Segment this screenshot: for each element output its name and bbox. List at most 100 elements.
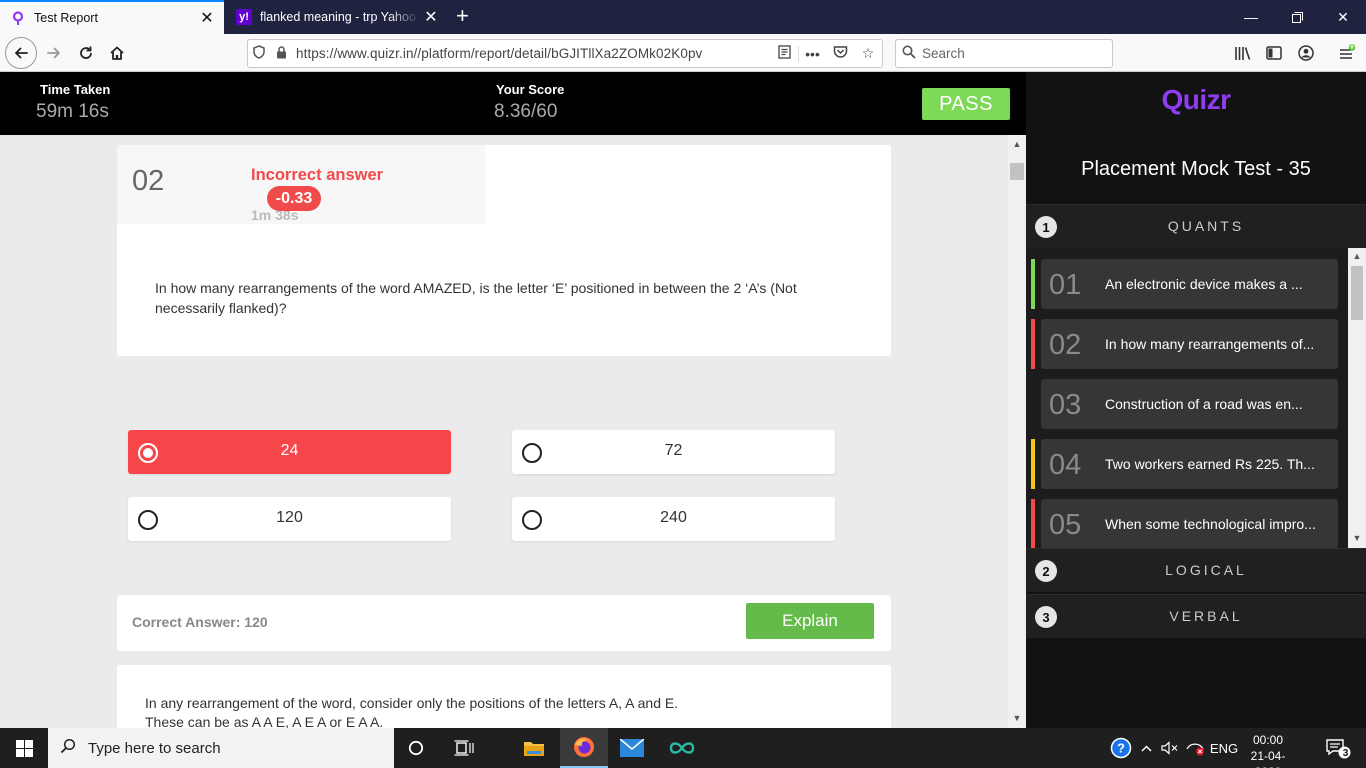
question-list-text: Construction of a road was en...	[1105, 396, 1303, 412]
question-list-item[interactable]: 02 In how many rearrangements of...	[1031, 319, 1338, 369]
pocket-icon[interactable]	[826, 45, 854, 62]
speaker-muted-icon[interactable]	[1158, 728, 1182, 768]
explanation-line-1: In any rearrangement of the word, consid…	[145, 695, 679, 711]
section-logical[interactable]: 2 LOGICAL	[1026, 548, 1366, 592]
section-verbal[interactable]: 3 VERBAL	[1026, 594, 1366, 638]
help-icon[interactable]: ?	[1106, 728, 1136, 768]
pass-status-badge: PASS	[922, 88, 1010, 120]
account-icon[interactable]	[1294, 42, 1318, 64]
correct-answer-card: Correct Answer: 120 Explain	[117, 595, 891, 651]
lock-icon[interactable]	[270, 45, 292, 62]
scroll-up-arrow-icon[interactable]: ▲	[1348, 251, 1366, 261]
reload-icon[interactable]	[72, 39, 100, 67]
back-arrow-icon[interactable]	[5, 37, 37, 69]
question-list-scrollbar[interactable]: ▲ ▼	[1348, 248, 1366, 548]
quizr-favicon-icon	[10, 10, 26, 26]
minimize-icon[interactable]: —	[1228, 0, 1274, 34]
question-list-number: 04	[1049, 449, 1082, 481]
scroll-down-arrow-icon[interactable]: ▼	[1008, 713, 1026, 723]
mail-icon[interactable]	[608, 728, 656, 768]
option-label: 240	[660, 509, 687, 526]
firefox-icon[interactable]	[560, 728, 608, 768]
clock-date: 21-04-2020	[1250, 749, 1286, 768]
question-list: 01 An electronic device makes a ... 02 I…	[1026, 248, 1366, 548]
file-explorer-icon[interactable]	[510, 728, 558, 768]
question-list-number: 05	[1049, 509, 1082, 541]
status-bar	[1031, 439, 1035, 489]
reader-view-icon[interactable]	[770, 45, 798, 62]
option-label: 120	[276, 509, 303, 526]
tab-title: flanked meaning - trp Yahoo In	[260, 10, 420, 24]
scroll-down-arrow-icon[interactable]: ▼	[1348, 533, 1366, 543]
yahoo-favicon-icon: y!	[236, 9, 252, 25]
search-icon	[896, 45, 922, 62]
clock-time: 00:00	[1252, 733, 1284, 747]
scrollbar-thumb[interactable]	[1351, 266, 1363, 320]
explanation-card: In any rearrangement of the word, consid…	[117, 665, 891, 728]
task-view-icon[interactable]	[440, 728, 488, 768]
question-list-text: When some technological impro...	[1105, 516, 1316, 532]
home-icon[interactable]	[103, 39, 131, 67]
result-label: Incorrect answer	[251, 166, 384, 184]
library-icon[interactable]	[1231, 42, 1255, 64]
section-name: LOGICAL	[1165, 562, 1247, 578]
question-text: In how many rearrangements of the word A…	[155, 280, 797, 316]
tab-test-report[interactable]: Test Report ✕	[0, 0, 224, 34]
url-bar[interactable]: https://www.quizr.in//platform/report/de…	[247, 39, 883, 68]
tab-yahoo[interactable]: y! flanked meaning - trp Yahoo In ✕	[226, 0, 448, 34]
option-1[interactable]: 24	[128, 430, 451, 474]
status-bar	[1031, 259, 1035, 309]
main-scrollbar[interactable]: ▲ ▼	[1008, 135, 1026, 728]
close-tab-icon[interactable]: ✕	[196, 8, 218, 28]
quizr-logo: Quizr	[1161, 84, 1231, 115]
status-bar	[1031, 319, 1035, 369]
url-text: https://www.quizr.in//platform/report/de…	[296, 46, 703, 61]
option-label: 24	[280, 442, 299, 459]
network-disconnected-icon[interactable]	[1184, 728, 1208, 768]
language-indicator[interactable]: ENG	[1208, 728, 1240, 768]
report-header: Time Taken 59m 16s Your Score 8.36/60 PA…	[0, 72, 1026, 135]
test-title: Placement Mock Test - 35	[1081, 158, 1311, 180]
new-tab-icon[interactable]: +	[456, 5, 469, 27]
restore-icon[interactable]	[1274, 0, 1320, 34]
search-bar[interactable]: Search	[895, 39, 1113, 68]
bookmark-star-icon[interactable]: ☆	[854, 45, 882, 62]
section-quants[interactable]: 1 QUANTS	[1026, 204, 1366, 248]
close-tab-icon[interactable]: ✕	[420, 7, 442, 27]
scroll-up-arrow-icon[interactable]: ▲	[1008, 139, 1026, 149]
browser-tab-strip: Test Report ✕ y! flanked meaning - trp Y…	[0, 0, 1366, 34]
svg-text:?: ?	[1117, 741, 1125, 756]
menu-hamburger-icon[interactable]	[1335, 42, 1359, 64]
forward-arrow-icon[interactable]	[40, 39, 68, 67]
cortana-icon[interactable]	[392, 728, 440, 768]
taskbar-search-box[interactable]: Type here to search	[48, 728, 394, 768]
close-window-icon[interactable]: ✕	[1320, 0, 1366, 34]
question-list-item[interactable]: 03 Construction of a road was en...	[1041, 379, 1338, 429]
system-clock[interactable]: 00:00 21-04-2020	[1240, 732, 1296, 768]
scrollbar-thumb[interactable]	[1010, 163, 1024, 180]
windows-start-icon[interactable]	[0, 728, 48, 768]
question-navigator-panel: Quizr Placement Mock Test - 35 1 QUANTS …	[1026, 72, 1366, 728]
chevron-up-icon[interactable]	[1136, 728, 1156, 768]
more-actions-icon[interactable]: •••	[798, 45, 826, 62]
explanation-line-2: These can be as A A E, A E A or E A A.	[145, 714, 384, 728]
score-label: Your Score	[496, 82, 565, 97]
search-placeholder: Search	[922, 46, 965, 61]
taskbar-search-placeholder: Type here to search	[88, 739, 221, 757]
score-value: 8.36/60	[494, 101, 558, 122]
question-list-number: 03	[1049, 389, 1082, 421]
question-list-item[interactable]: 05 When some technological impro...	[1031, 499, 1338, 548]
option-2[interactable]: 72	[512, 430, 835, 474]
shield-icon[interactable]	[248, 45, 270, 62]
infinity-app-icon[interactable]	[658, 728, 706, 768]
score-stat: Your Score 8.36/60	[494, 82, 565, 123]
explain-button[interactable]: Explain	[746, 603, 874, 639]
question-list-item[interactable]: 04 Two workers earned Rs 225. Th...	[1031, 439, 1338, 489]
sidebar-toggle-icon[interactable]	[1262, 42, 1286, 64]
section-name: QUANTS	[1167, 218, 1245, 234]
time-taken-label: Time Taken	[40, 82, 111, 97]
option-3[interactable]: 120	[128, 497, 451, 541]
question-list-item[interactable]: 01 An electronic device makes a ...	[1031, 259, 1338, 309]
notifications-icon[interactable]: 3	[1318, 728, 1358, 768]
option-4[interactable]: 240	[512, 497, 835, 541]
